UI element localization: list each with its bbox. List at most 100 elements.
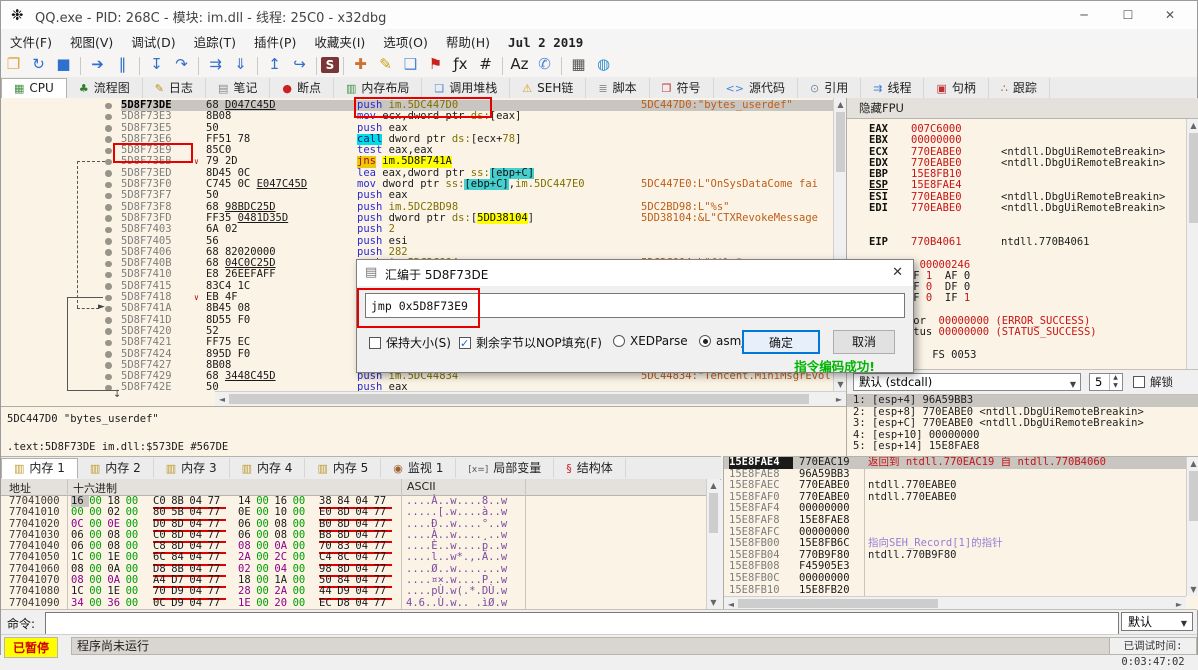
dump-row[interactable]: 77041080 1C 00 1E 00 70 D9 04 77 28 00 2A 00 44 D9 04 77…: [1, 586, 719, 600]
unlock-checkbox[interactable]: [1133, 376, 1145, 388]
nop-fill-option[interactable]: 剩余字节以NOP填充(F): [459, 334, 602, 351]
calling-convention-select[interactable]: 默认 (stdcall) ▼: [853, 373, 1081, 391]
breakpoint-dot-icon[interactable]: [105, 339, 112, 347]
execute-till-return-icon[interactable]: ↥: [262, 53, 287, 75]
menu-item-v[interactable]: 视图(V): [70, 29, 113, 51]
tab-dump-2[interactable]: ▥ 内存 2: [78, 458, 154, 478]
breakpoint-dot-icon[interactable]: [105, 181, 112, 189]
register-line[interactable]: CF 0 TF 0 IF 1: [869, 293, 1187, 304]
function-icon[interactable]: ƒx: [448, 53, 473, 75]
step-over-icon[interactable]: ↷: [169, 53, 194, 75]
scylla-icon[interactable]: S: [321, 57, 339, 73]
breakpoint-dot-icon[interactable]: [105, 271, 112, 279]
tab-trace[interactable]: ∴ 跟踪: [989, 78, 1050, 98]
dump-row[interactable]: 77041090 34 00 36 00 0C D9 04 77 1E 00 20 00 EC D8 04 77…: [1, 597, 719, 609]
breakpoint-dot-icon[interactable]: [105, 260, 112, 268]
breakpoint-dot-icon[interactable]: [105, 249, 112, 256]
menu-item-p[interactable]: 插件(P): [254, 29, 296, 51]
register-line[interactable]: LastStatus 00000000 (STATUS_SUCCESS): [869, 327, 1187, 338]
breakpoint-dot-icon[interactable]: [105, 373, 112, 381]
menu-item-h[interactable]: 帮助(H): [446, 29, 490, 51]
keep-size-option[interactable]: 保持大小(S): [369, 334, 451, 351]
breakpoint-dot-icon[interactable]: [105, 226, 112, 234]
breakpoint-dot-icon[interactable]: [105, 147, 112, 155]
breakpoint-dot-icon[interactable]: [105, 238, 112, 245]
register-line[interactable]: [869, 214, 1187, 225]
unlock-checkbox-row[interactable]: 解锁: [1133, 374, 1173, 390]
run-to-user-code-icon[interactable]: ↪: [287, 53, 312, 75]
tab-graph[interactable]: ♣ 流程图: [67, 78, 143, 98]
tab-seh[interactable]: ⚠ SEH链: [510, 78, 587, 98]
menu-item-d[interactable]: 调试(D): [131, 29, 175, 51]
label-icon[interactable]: ❑: [398, 53, 423, 75]
tab-dump-4[interactable]: ▥ 内存 4: [230, 458, 306, 478]
breakpoint-dot-icon[interactable]: [105, 215, 112, 222]
disasm-row[interactable]: 5D8F73E3 8B08 mov ecx,dword ptr ds:[eax]: [1, 110, 846, 122]
pause-icon[interactable]: ‖: [110, 53, 135, 75]
menu-item-t[interactable]: 追踪(T): [194, 29, 236, 51]
register-line[interactable]: EDI 770EABE0 <ntdll.DbgUiRemoteBreakin>: [869, 202, 1187, 214]
command-profile-select[interactable]: 默认 ▼: [1121, 612, 1193, 631]
command-input[interactable]: [45, 612, 1119, 635]
stack-row[interactable]: 15E8FAEC 770EABE0 ntdll.770EABE0: [724, 480, 1198, 492]
argument-row[interactable]: 5: [esp+14] 15E8FAE8: [847, 441, 1198, 453]
stack-pane[interactable]: 15E8FAE4 770EAC19 返回到 ntdll.770EAC19 自 ntd…: [723, 456, 1198, 610]
hide-fpu-button[interactable]: 隐藏FPU: [859, 101, 904, 115]
stack-row[interactable]: 15E8FAF4 00000000: [724, 503, 1198, 515]
menu-item-jul22019[interactable]: Jul 2 2019: [508, 32, 583, 50]
stack-hscrollbar[interactable]: ◄ ►: [724, 596, 1186, 610]
comment-icon[interactable]: ✎: [373, 53, 398, 75]
argument-row[interactable]: 1: [esp+4] 96A59BB3: [847, 395, 1198, 407]
dump-row[interactable]: 77041010 00 00 02 00 80 5B 04 77 0E 00 10 00 E0 8D 04 77…: [1, 506, 719, 521]
tab-memory-map[interactable]: ▥ 内存布局: [334, 78, 423, 98]
hash-icon[interactable]: #: [473, 53, 498, 75]
step-into-icon[interactable]: ↧: [144, 53, 169, 75]
tab-threads[interactable]: ⇉ 线程: [861, 78, 925, 98]
bookmark-icon[interactable]: ⚑: [423, 53, 448, 75]
tab-symbols[interactable]: ❒ 符号: [650, 78, 714, 98]
stack-row[interactable]: 15E8FAF8 15E8FAE8: [724, 514, 1198, 527]
breakpoint-dot-icon[interactable]: [105, 328, 112, 335]
disasm-hscrollbar[interactable]: ◄ ►: [215, 391, 846, 406]
breakpoint-dot-icon[interactable]: [105, 305, 112, 313]
stack-row[interactable]: 15E8FAF0 770EABE0 ntdll.770EABE0: [724, 491, 1198, 504]
stop-icon[interactable]: ■: [51, 53, 76, 75]
register-line[interactable]: GS 002B FS 0053: [869, 349, 1187, 361]
disasm-row[interactable]: 5D8F7403 6A 02 push 2: [1, 223, 846, 235]
register-line[interactable]: EIP 770B4061 ntdll.770B4061: [869, 236, 1187, 248]
breakpoint-dot-icon[interactable]: [105, 283, 112, 290]
breakpoint-dot-icon[interactable]: [105, 113, 112, 121]
tab-dump-3[interactable]: ▥ 内存 3: [154, 458, 230, 478]
breakpoint-dot-icon[interactable]: [105, 136, 112, 143]
tab-watch-1[interactable]: ◉ 监视 1: [381, 458, 457, 478]
xedparse-option[interactable]: XEDParse: [613, 334, 688, 348]
cancel-button[interactable]: 取消: [833, 330, 895, 354]
stack-vscrollbar[interactable]: ▲ ▼: [1186, 457, 1198, 596]
tab-dump-1[interactable]: ▥ 内存 1: [1, 458, 78, 479]
maximize-button[interactable]: ☐: [1111, 5, 1145, 25]
patch-icon[interactable]: ✚: [348, 53, 373, 75]
arguments-pane[interactable]: 1: [esp+4] 96A59BB3 2: [esp+8] 770EABE0 <…: [847, 394, 1198, 457]
tab-handles[interactable]: ▣ 句柄: [924, 78, 989, 98]
menu-item-f[interactable]: 文件(F): [10, 29, 52, 51]
tab-cpu[interactable]: ▦ CPU: [1, 78, 67, 99]
stack-row[interactable]: 15E8FAE4 770EAC19 返回到 ntdll.770EAC19 自 ntd…: [724, 457, 1198, 469]
dialog-close-icon[interactable]: ✕: [892, 265, 903, 280]
breakpoint-dot-icon[interactable]: [105, 362, 112, 369]
tab-references[interactable]: ⊙ 引用: [798, 78, 862, 98]
menu-item-o[interactable]: 选项(O): [383, 29, 428, 51]
breakpoint-dot-icon[interactable]: [105, 158, 112, 166]
disasm-row[interactable]: 5D8F73F7 50 push eax: [1, 190, 846, 201]
assembler-icon[interactable]: ✆: [532, 53, 557, 75]
asmjit-radio[interactable]: [699, 335, 711, 347]
assembly-input[interactable]: jmp 0x5D8F73E9: [365, 293, 905, 318]
breakpoint-dot-icon[interactable]: [105, 204, 112, 211]
internet-icon[interactable]: ◍: [591, 53, 616, 75]
stack-row[interactable]: 15E8FB00 15E8FB6C 指向SEH_Record[1]的指针: [724, 538, 1198, 550]
run-icon[interactable]: ➔: [85, 53, 110, 75]
tab-log[interactable]: ✎ 日志: [143, 78, 206, 98]
stack-row[interactable]: 15E8FB0C 00000000: [724, 572, 1198, 585]
disasm-row[interactable]: 5D8F742E 50 push eax: [1, 382, 846, 391]
text-case-icon[interactable]: Az: [507, 53, 532, 75]
breakpoint-dot-icon[interactable]: [105, 294, 112, 302]
